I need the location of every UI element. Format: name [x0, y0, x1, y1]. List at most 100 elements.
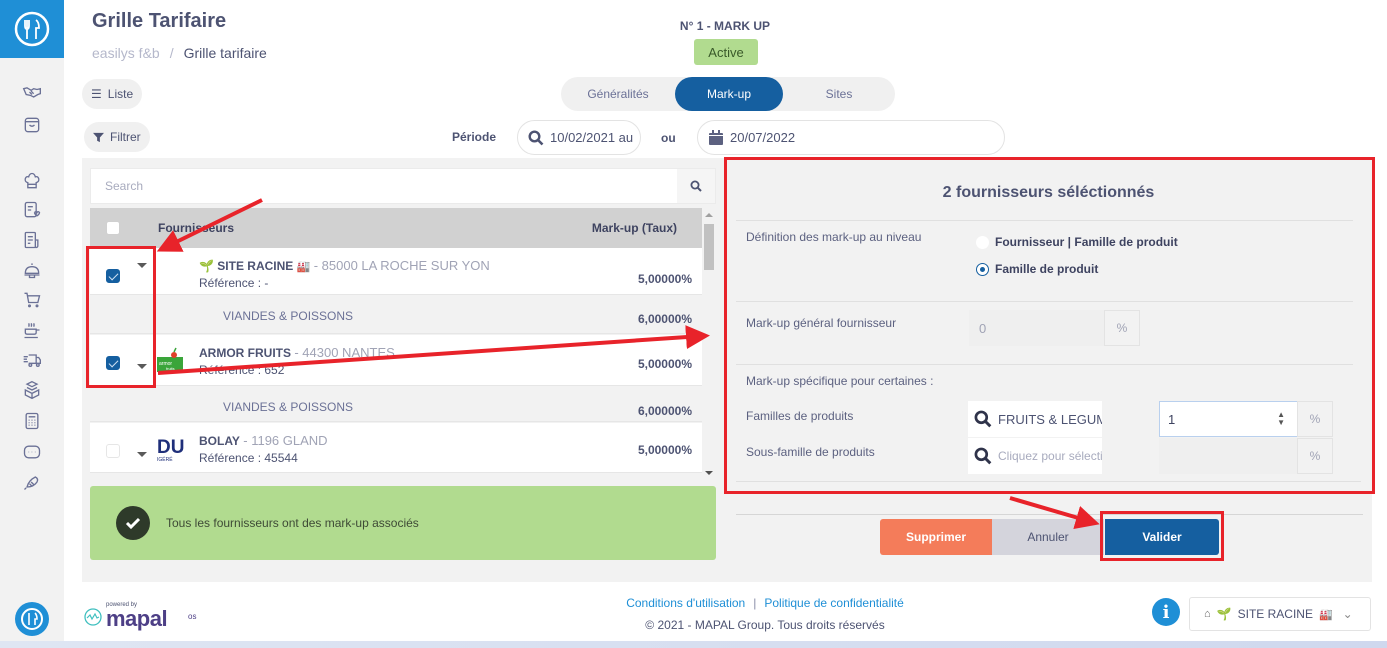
- calendar-icon: [709, 129, 723, 145]
- supplier-rate: 5,00000%: [637, 443, 692, 457]
- expand-caret-icon[interactable]: [137, 452, 147, 457]
- family-row: VIANDES & POISSONS 6,00000%: [90, 387, 702, 422]
- cutlery-logo-icon: [14, 11, 50, 47]
- tab-generalites[interactable]: Généralités: [561, 77, 675, 111]
- sidebar: [0, 0, 64, 648]
- supplier-reference: Référence : 652: [199, 363, 285, 377]
- cooking-pan-icon[interactable]: [20, 318, 44, 342]
- calculator-icon[interactable]: [20, 409, 44, 433]
- supplier-reference: Référence : -: [199, 276, 269, 290]
- row-checkbox[interactable]: [106, 444, 120, 458]
- tab-mark-up[interactable]: Mark-up: [675, 77, 783, 111]
- mapal-app-icon[interactable]: [15, 602, 49, 636]
- list-label: Liste: [107, 87, 134, 101]
- copyright: © 2021 - MAPAL Group. Tous droits réserv…: [645, 618, 885, 632]
- annotation-panel-highlight: [724, 157, 1375, 494]
- search-button[interactable]: [677, 169, 715, 203]
- annotation-validate-highlight: [1100, 511, 1224, 561]
- supplier-search[interactable]: Search: [90, 168, 716, 204]
- success-message: Tous les fournisseurs ont des mark-up as…: [166, 516, 419, 530]
- breadcrumb-separator: /: [169, 45, 174, 61]
- bolay-logo: DU IGÉRÉ: [157, 437, 184, 463]
- cutlery-icon: [21, 608, 43, 630]
- table-scrollbar[interactable]: [702, 208, 716, 480]
- supplier-title: SITE RACINE: [217, 259, 294, 273]
- filter-button[interactable]: Filtrer: [84, 122, 150, 152]
- filter-icon: [93, 132, 104, 142]
- search-placeholder: Search: [105, 179, 144, 193]
- mapal-wave-icon: [84, 608, 102, 626]
- column-header-rate: Mark-up (Taux): [591, 221, 677, 235]
- family-rate: 6,00000%: [637, 404, 692, 418]
- search-icon: [528, 129, 544, 145]
- chat-icon[interactable]: [20, 440, 44, 464]
- delete-button[interactable]: Supprimer: [880, 519, 992, 555]
- factory-icon: 🏭: [1318, 608, 1333, 621]
- chef-hat-icon[interactable]: [20, 169, 44, 193]
- family-rate: 6,00000%: [637, 312, 692, 326]
- bag-icon[interactable]: [20, 113, 44, 137]
- success-alert: Tous les fournisseurs ont des mark-up as…: [90, 486, 716, 560]
- stock-box-icon[interactable]: [20, 378, 44, 402]
- scrollbar-thumb[interactable]: [704, 224, 714, 270]
- page-title: Grille Tarifaire: [92, 10, 227, 32]
- table-row[interactable]: armor fruits ARMOR FRUITS - 44300 NANTES…: [90, 335, 702, 386]
- tab-sites[interactable]: Sites: [783, 77, 895, 111]
- family-name: VIANDES & POISSONS: [223, 309, 354, 323]
- date-value: 20/07/2022: [730, 130, 796, 145]
- site-selector[interactable]: ⌂ 🌱 SITE RACINE 🏭 ⌄: [1189, 597, 1371, 631]
- factory-icon: 🏭: [296, 261, 311, 273]
- family-row: VIANDES & POISSONS 6,00000%: [90, 296, 702, 334]
- delivery-truck-icon[interactable]: [20, 348, 44, 372]
- select-all-checkbox[interactable]: [106, 221, 120, 235]
- sprout-icon: 🌱: [1216, 607, 1232, 621]
- breadcrumb: easilys f&b / Grille tarifaire: [92, 45, 267, 61]
- sprout-icon: 🌱: [199, 259, 214, 273]
- table-row[interactable]: DU IGÉRÉ BOLAY - 1196 GLAND Référence : …: [90, 423, 702, 473]
- date-input[interactable]: 20/07/2022: [697, 120, 1005, 155]
- fish-icon[interactable]: [20, 470, 44, 494]
- supplier-name: ARMOR FRUITS - 44300 NANTES: [199, 345, 395, 360]
- document-icon[interactable]: [20, 228, 44, 252]
- site-selector-label: SITE RACINE: [1237, 607, 1313, 621]
- privacy-link[interactable]: Politique de confidentialité: [764, 596, 903, 610]
- table-row[interactable]: 🌱 SITE RACINE 🏭 - 85000 LA ROCHE SUR YON…: [90, 248, 702, 295]
- filter-label: Filtrer: [110, 130, 141, 144]
- supplier-location: 85000 LA ROCHE SUR YON: [321, 258, 490, 273]
- home-icon: ⌂: [1204, 608, 1211, 620]
- period-range-input[interactable]: 10/02/2021 au: [517, 120, 641, 155]
- supplier-title: ARMOR FRUITS: [199, 346, 291, 360]
- table-header: Fournisseurs Mark-up (Taux): [90, 208, 702, 248]
- cart-icon[interactable]: [20, 288, 44, 312]
- supplier-name: 🌱 SITE RACINE 🏭 - 85000 LA ROCHE SUR YON: [199, 258, 490, 273]
- supplier-rate: 5,00000%: [637, 357, 692, 371]
- supplier-location: 44300 NANTES: [302, 345, 395, 360]
- grid-name: N° 1 - MARK UP: [679, 19, 771, 33]
- footer-separator: |: [753, 596, 757, 610]
- supplier-location: 1196 GLAND: [251, 433, 328, 448]
- status-badge: Active: [694, 39, 758, 65]
- terms-link[interactable]: Conditions d'utilisation: [626, 596, 745, 610]
- checklist-heart-icon[interactable]: [20, 198, 44, 222]
- period-label: Période: [452, 130, 497, 144]
- svg-text:DU: DU: [157, 437, 184, 458]
- bottom-strip: [0, 641, 1387, 648]
- footer-links: Conditions d'utilisation | Politique de co…: [590, 596, 940, 610]
- period-range-value: 10/02/2021 au: [550, 130, 634, 145]
- cancel-button[interactable]: Annuler: [992, 519, 1104, 555]
- supplier-reference: Référence : 45544: [199, 451, 298, 465]
- handshake-icon[interactable]: [20, 80, 44, 104]
- app-logo[interactable]: [0, 0, 64, 58]
- scroll-up-icon[interactable]: [705, 213, 713, 217]
- mapal-os-suffix: os: [188, 612, 197, 621]
- svg-text:IGÉRÉ: IGÉRÉ: [157, 456, 173, 463]
- check-circle-icon: [116, 506, 150, 540]
- scroll-down-icon[interactable]: [705, 471, 713, 475]
- cloche-icon[interactable]: [20, 258, 44, 282]
- breadcrumb-root[interactable]: easilys f&b: [92, 45, 160, 61]
- supplier-title: BOLAY: [199, 434, 240, 448]
- supplier-rate: 5,00000%: [637, 272, 692, 286]
- actions-divider: [736, 514, 1363, 515]
- list-button[interactable]: ☰ Liste: [82, 79, 143, 109]
- info-icon[interactable]: i: [1152, 598, 1180, 626]
